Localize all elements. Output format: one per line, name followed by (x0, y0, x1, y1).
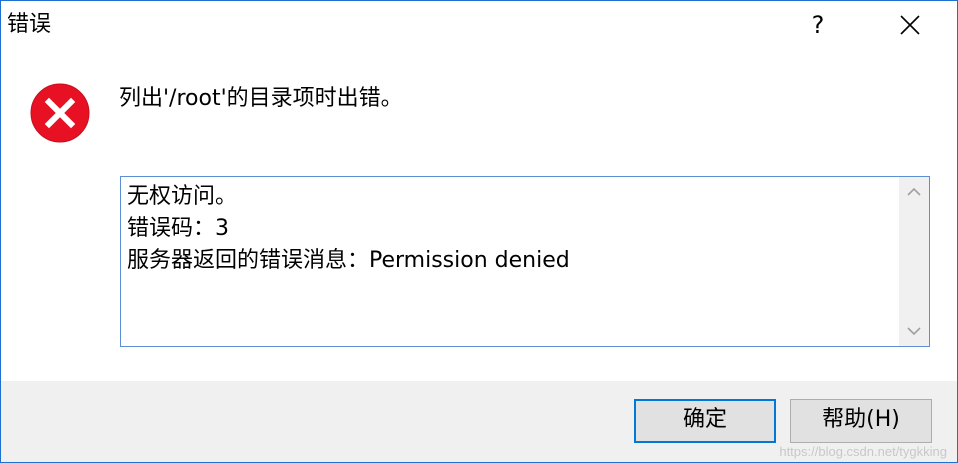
vertical-scrollbar[interactable] (899, 177, 929, 346)
title-bar: 错误 ? (1, 1, 957, 49)
help-title-button[interactable]: ? (793, 1, 843, 49)
button-bar: 确定 帮助(H) https://blog.csdn.net/tygkking (1, 381, 957, 462)
window-title: 错误 (7, 12, 52, 37)
error-icon (30, 83, 90, 143)
chevron-up-icon (907, 187, 921, 196)
chevron-down-icon (907, 327, 921, 336)
scroll-down-button[interactable] (899, 316, 929, 346)
details-textbox[interactable]: 无权访问。 错误码：3 服务器返回的错误消息：Permission denied (120, 176, 930, 347)
scroll-up-button[interactable] (899, 177, 929, 207)
error-message: 列出'/root'的目录项时出错。 (119, 86, 403, 111)
ok-button[interactable]: 确定 (634, 399, 776, 443)
close-icon (900, 15, 920, 35)
help-button[interactable]: 帮助(H) (790, 399, 932, 443)
watermark: https://blog.csdn.net/tygkking (779, 444, 947, 459)
error-dialog: 错误 ? 列出'/root'的目录项时出错。 无权访问。 错误码：3 服务器返回… (0, 0, 958, 463)
close-button[interactable] (885, 1, 935, 49)
details-text[interactable]: 无权访问。 错误码：3 服务器返回的错误消息：Permission denied (127, 181, 570, 277)
